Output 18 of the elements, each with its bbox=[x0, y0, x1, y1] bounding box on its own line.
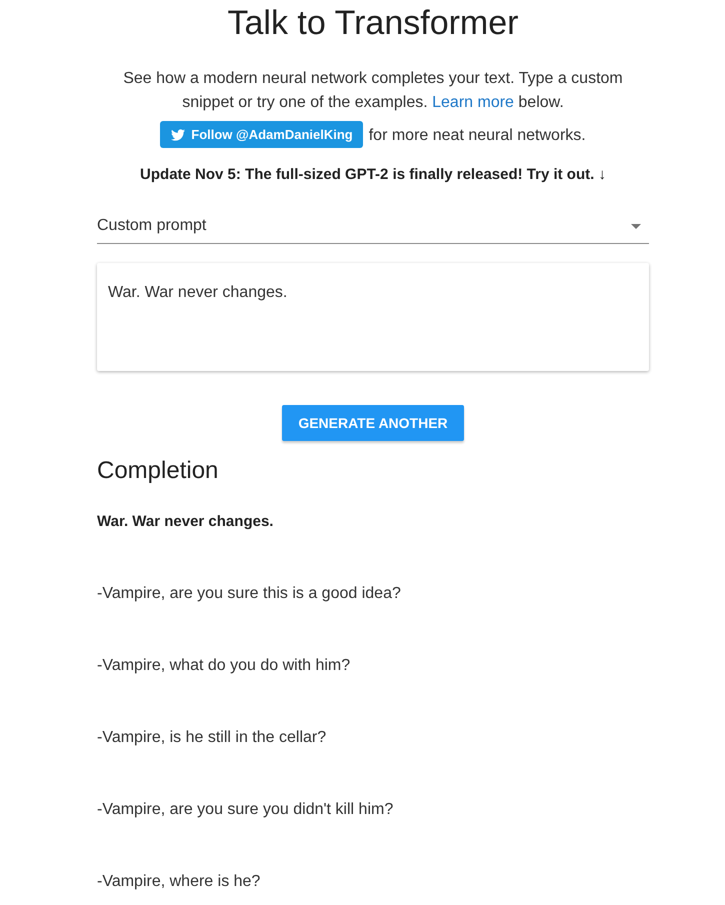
completion-line: -Vampire, where is he? bbox=[97, 872, 262, 892]
follow-button[interactable]: Follow @AdamDanielKing bbox=[160, 121, 363, 148]
caret-icon bbox=[631, 224, 641, 228]
learn-more-link[interactable]: Learn more bbox=[432, 94, 514, 111]
completion-line: -Vampire, what do you do with him? bbox=[97, 656, 352, 676]
generate-button[interactable]: GENERATE ANOTHER bbox=[282, 405, 464, 441]
completion-line: -Vampire, is he still in the cellar? bbox=[97, 728, 328, 748]
completion-prompt: War. War never changes. bbox=[97, 512, 274, 532]
completion-heading: Completion bbox=[97, 456, 220, 486]
prompt-field[interactable]: War. War never changes. bbox=[97, 263, 649, 371]
follow-note: for more neat neural networks. bbox=[368, 126, 586, 146]
bird-icon bbox=[170, 128, 186, 142]
page-title: Talk to Transformer bbox=[228, 3, 518, 43]
prompt-select[interactable]: Custom prompt bbox=[97, 209, 649, 244]
update-notice: Update Nov 5: The full-sized GPT-2 is finally released! Try it out. ↓ bbox=[140, 165, 606, 185]
intro-paragraph: See how a modern neural network completes your text. Type a custom snippet or try one of the examples. Learn more below. bbox=[122, 69, 624, 113]
completion-line: -Vampire, are you sure you didn't kill him? bbox=[97, 800, 394, 820]
completion-line: -Vampire, are you sure this is a good idea? bbox=[97, 584, 402, 604]
